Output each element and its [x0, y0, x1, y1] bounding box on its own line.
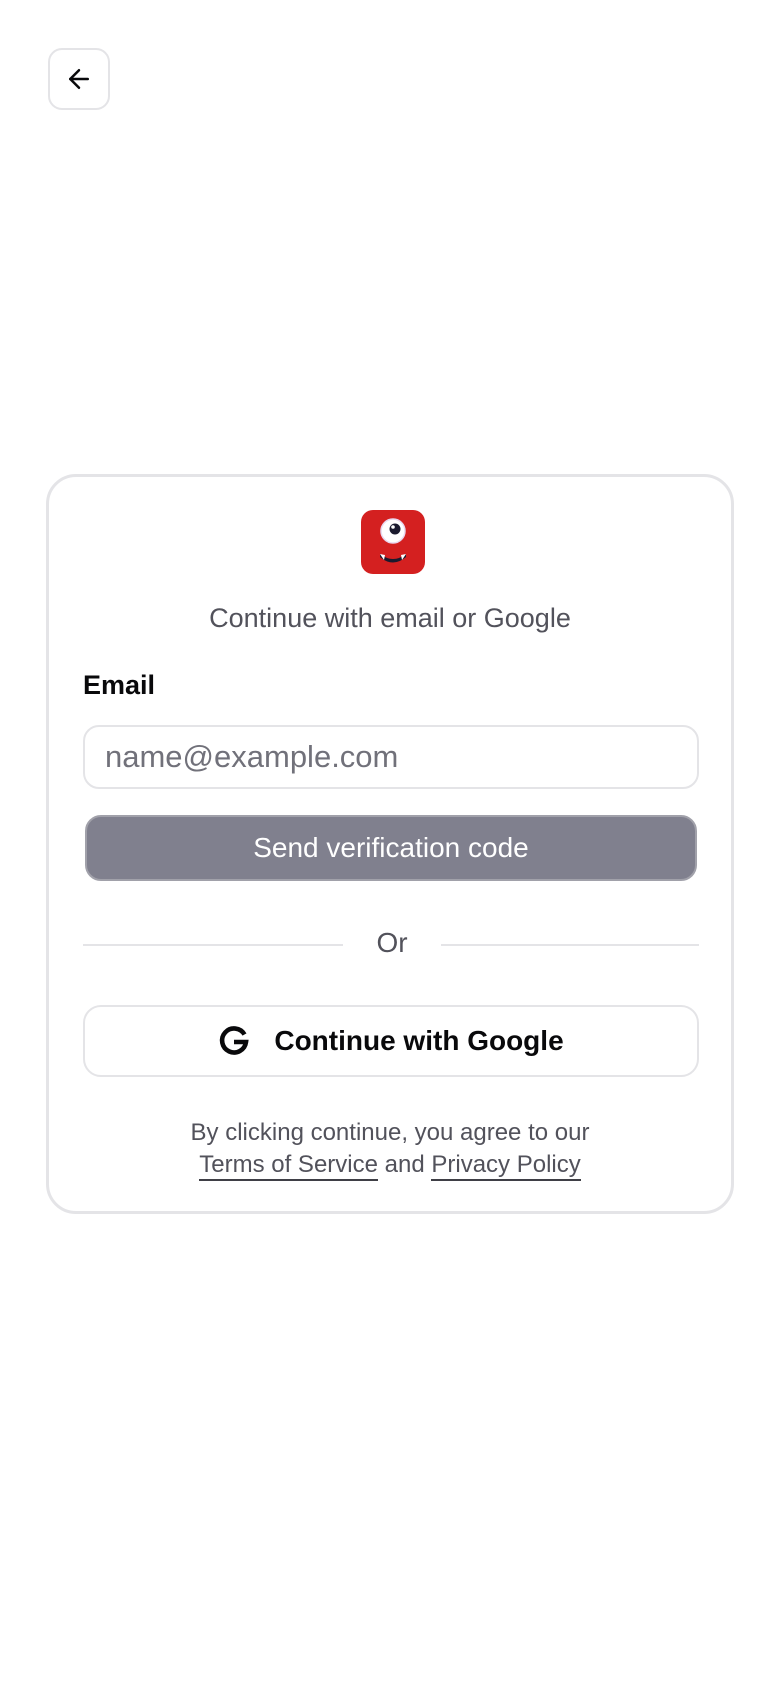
divider-right [441, 944, 699, 946]
divider-left [83, 944, 343, 946]
monster-logo-icon [361, 510, 425, 574]
google-button-label: Continue with Google [274, 1025, 564, 1056]
back-button[interactable] [48, 48, 110, 110]
google-g-icon [220, 1026, 249, 1055]
arrow-left-icon [69, 69, 89, 89]
terms-prefix: By clicking continue, you agree to our [190, 1119, 590, 1146]
auth-card: Continue with email or Google Email Send… [46, 474, 734, 1214]
privacy-policy-link[interactable]: Privacy Policy [431, 1151, 581, 1181]
terms-notice: By clicking continue, you agree to our T… [49, 1117, 731, 1181]
send-verification-code-button[interactable]: Send verification code [85, 815, 697, 881]
email-label: Email [83, 670, 156, 700]
sign-in-page: Continue with email or Google Email Send… [0, 0, 780, 1688]
continue-with-google-button[interactable]: Continue with Google [83, 1005, 699, 1077]
terms-of-service-link[interactable]: Terms of Service [199, 1151, 378, 1181]
card-subtitle: Continue with email or Google [209, 603, 571, 633]
email-input[interactable] [83, 725, 699, 789]
divider-text: Or [376, 927, 408, 958]
terms-and-text: and [384, 1151, 425, 1178]
